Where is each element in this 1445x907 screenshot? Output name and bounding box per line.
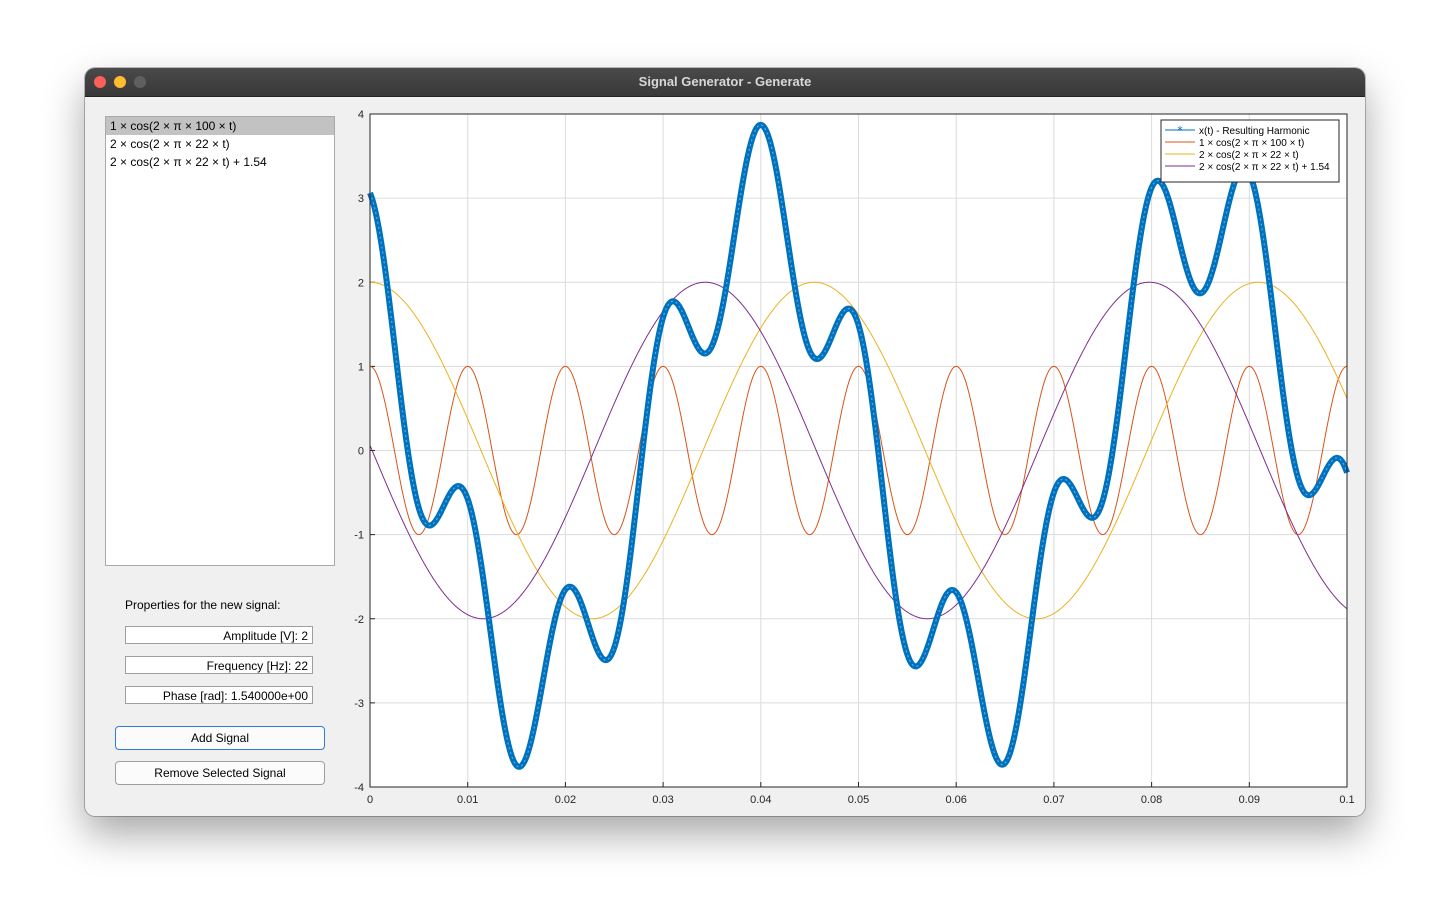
x-tick-label: 0.08 [1141, 794, 1162, 806]
y-tick-label: 4 [358, 109, 364, 121]
signal-plot[interactable]: 0 0.01 0.02 0.03 0.04 0.05 0.06 0.07 0.08 0.09 0.1… [85, 68, 1365, 816]
x-tick-label: 0.1 [1339, 794, 1354, 806]
x-tick-label: 0.02 [555, 794, 576, 806]
y-tick-label: 1 [358, 361, 364, 373]
y-tick-label: -1 [354, 530, 364, 542]
y-tick-label: -4 [354, 782, 364, 794]
x-tick-label: 0.01 [457, 794, 478, 806]
legend-label: 2 × cos(2 × π × 22 × t) [1199, 150, 1299, 161]
x-tick-label: 0 [367, 794, 373, 806]
app-window: Signal Generator - Generate 1 × cos(2 × … [85, 68, 1365, 816]
x-tick-label: 0.05 [848, 794, 869, 806]
x-tick-label: 0.04 [750, 794, 771, 806]
legend-label: x(t) - Resulting Harmonic [1199, 126, 1310, 137]
y-tick-label: 3 [358, 193, 364, 205]
y-tick-label: -3 [354, 698, 364, 710]
x-tick-label: 0.07 [1043, 794, 1064, 806]
x-tick-label: 0.03 [652, 794, 673, 806]
y-tick-label: 0 [358, 446, 364, 458]
legend-label: 2 × cos(2 × π × 22 × t) + 1.54 [1199, 162, 1330, 173]
x-tick-label: 0.09 [1239, 794, 1260, 806]
legend-marker: * [1177, 124, 1183, 137]
y-tick-label: -2 [354, 614, 364, 626]
y-tick-label: 2 [358, 277, 364, 289]
x-tick-label: 0.06 [945, 794, 966, 806]
legend-label: 1 × cos(2 × π × 100 × t) [1199, 138, 1304, 149]
